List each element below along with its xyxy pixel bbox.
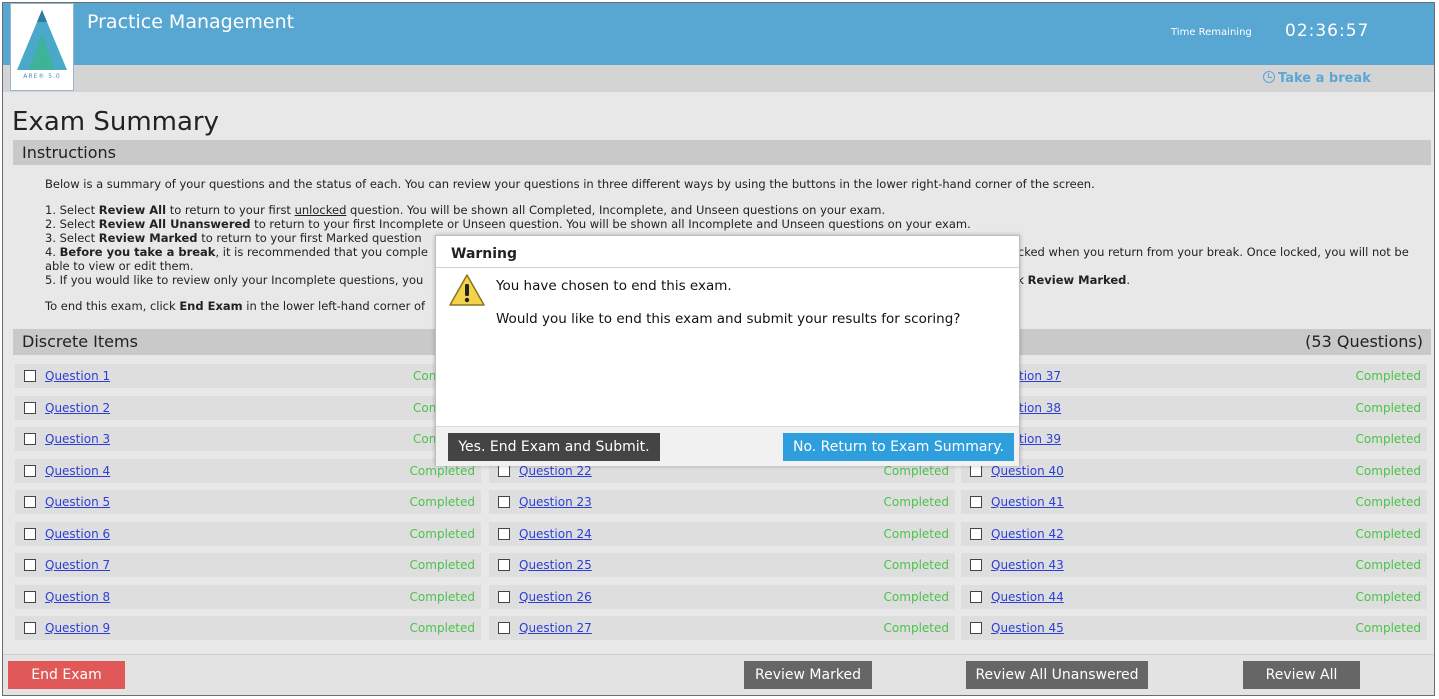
exam-window: ARE® 5.0 Practice Management Time Remain…	[2, 2, 1435, 696]
dialog-message-2: Would you like to end this exam and subm…	[496, 311, 961, 327]
warning-icon	[449, 274, 485, 306]
modal-overlay: Warning You have chosen to end this exam…	[3, 3, 1434, 695]
return-to-summary-button[interactable]: No. Return to Exam Summary.	[783, 433, 1014, 461]
end-exam-submit-button[interactable]: Yes. End Exam and Submit.	[448, 433, 660, 461]
dialog-title: Warning	[436, 236, 1019, 268]
warning-dialog: Warning You have chosen to end this exam…	[435, 235, 1020, 466]
dialog-message-1: You have chosen to end this exam.	[496, 278, 732, 294]
dialog-footer: Yes. End Exam and Submit. No. Return to …	[436, 426, 1019, 466]
